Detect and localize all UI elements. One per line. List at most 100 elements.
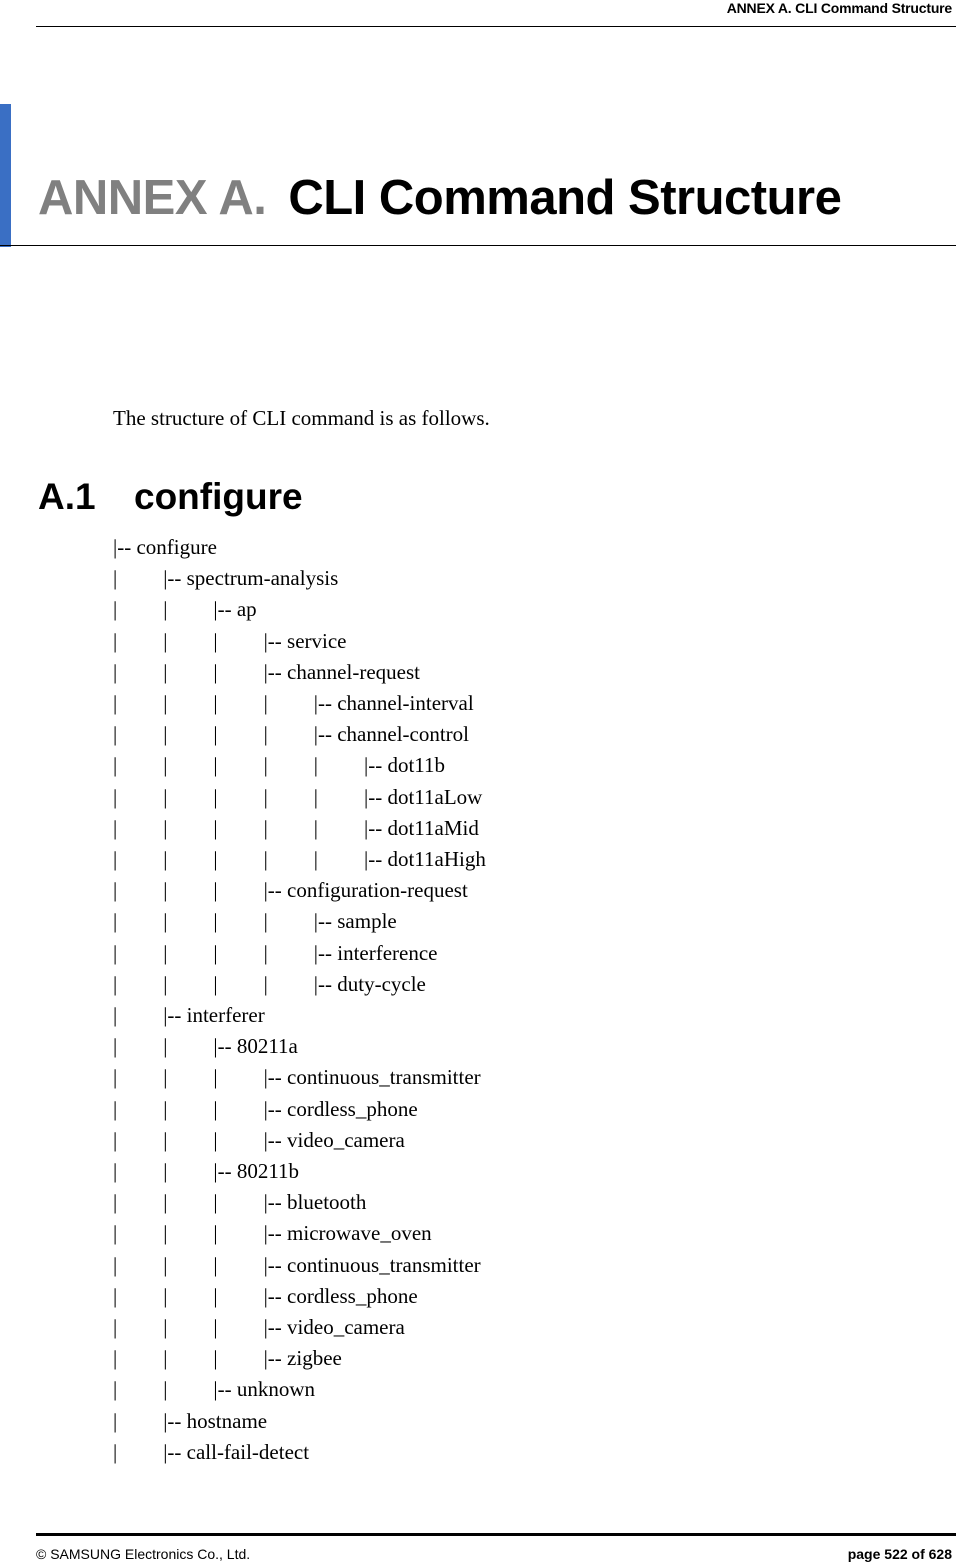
tree-connector: | <box>113 1065 118 1090</box>
tree-connector: | <box>263 691 268 715</box>
tree-connector: | <box>163 815 168 840</box>
tree-connector: | <box>163 847 168 871</box>
tree-node-label: |-- channel-interval <box>313 691 474 715</box>
footer-copyright: © SAMSUNG Electronics Co., Ltd. <box>36 1546 251 1562</box>
tree-node-label: |-- sample <box>313 909 397 934</box>
tree-node-label: |-- 80211b <box>213 1159 300 1183</box>
tree-line: | | | |-- continuous_transmitter <box>0 1253 700 1284</box>
tree-node-label: |-- dot11aMid <box>364 815 479 840</box>
tree-connector: | <box>113 909 118 934</box>
tree-connector: | <box>213 1096 218 1121</box>
tree-node-label: |-- channel-control <box>313 722 470 747</box>
tree-connector: | <box>113 971 118 996</box>
tree-connector: | <box>313 815 319 840</box>
header-rule <box>36 26 956 27</box>
tree-line: | | |-- 80211b <box>0 1159 700 1190</box>
tree-node-label: |-- video_camera <box>263 1315 405 1339</box>
section-heading: A.1 configure <box>38 476 303 518</box>
tree-line: | | | |-- service <box>0 629 700 660</box>
tree-connector: | <box>163 1127 168 1152</box>
tree-connector: | <box>213 909 218 934</box>
tree-connector: | <box>113 691 118 715</box>
tree-connector: | <box>213 940 218 965</box>
tree-connector: | <box>313 784 319 809</box>
section-title: configure <box>134 476 303 517</box>
tree-line: | | | | |-- interference <box>0 941 700 972</box>
tree-connector: | <box>163 753 168 778</box>
tree-node-label: |-- cordless_phone <box>263 1096 418 1121</box>
tree-line: | |-- spectrum-analysis <box>0 566 700 597</box>
tree-connector: | <box>113 1252 118 1277</box>
tree-connector: | <box>163 971 168 996</box>
tree-node-label: |-- cordless_phone <box>263 1283 418 1308</box>
tree-connector: | <box>313 753 319 778</box>
tree-connector: | <box>113 1034 118 1059</box>
tree-connector: | <box>163 1159 168 1183</box>
tree-line: | | | |-- microwave_oven <box>0 1221 700 1252</box>
chapter-accent-bar <box>0 104 11 247</box>
chapter-rule <box>0 245 956 246</box>
tree-connector: | <box>163 628 168 653</box>
tree-connector: | <box>113 1283 118 1308</box>
tree-connector: | <box>163 1346 168 1371</box>
tree-node-label: |-- service <box>263 628 347 653</box>
tree-line: | | | |-- configuration-request <box>0 878 700 909</box>
tree-connector: | <box>213 1190 218 1215</box>
tree-connector: | <box>263 815 268 840</box>
tree-connector: | <box>213 722 218 747</box>
tree-connector: | <box>213 784 218 809</box>
footer-rule <box>36 1533 956 1536</box>
tree-node-label: |-- call-fail-detect <box>163 1439 310 1464</box>
tree-connector: | <box>113 1315 118 1339</box>
tree-connector: | <box>213 878 218 903</box>
tree-line: | | | |-- video_camera <box>0 1315 700 1346</box>
tree-connector: | <box>113 659 118 684</box>
tree-connector: | <box>163 691 168 715</box>
tree-connector: | <box>113 847 118 871</box>
tree-connector: | <box>113 1221 118 1246</box>
tree-line: | | | | | |-- dot11aHigh <box>0 847 700 878</box>
tree-line: | | | | |-- duty-cycle <box>0 972 700 1003</box>
tree-connector: | <box>113 628 118 653</box>
tree-connector: | <box>213 1221 218 1246</box>
tree-line: |-- configure <box>0 535 700 566</box>
tree-connector: | <box>263 909 268 934</box>
tree-line: | |-- interferer <box>0 1003 700 1034</box>
tree-connector: | <box>113 1439 118 1464</box>
tree-line: | | | | | |-- dot11b <box>0 753 700 784</box>
tree-connector: | <box>213 1315 218 1339</box>
tree-line: | |-- call-fail-detect <box>0 1440 700 1471</box>
tree-node-label: |-- microwave_oven <box>263 1221 432 1246</box>
tree-line: | | | |-- video_camera <box>0 1128 700 1159</box>
tree-node-label: |-- spectrum-analysis <box>163 566 339 591</box>
tree-connector: | <box>163 722 168 747</box>
running-header: ANNEX A. CLI Command Structure <box>726 0 952 16</box>
tree-connector: | <box>213 1252 218 1277</box>
tree-node-label: |-- zigbee <box>263 1346 342 1371</box>
tree-node-label: |-- continuous_transmitter <box>263 1065 481 1090</box>
tree-connector: | <box>163 1315 168 1339</box>
tree-connector: | <box>113 1377 118 1402</box>
tree-connector: | <box>163 1190 168 1215</box>
tree-connector: | <box>113 753 118 778</box>
tree-line: | | |-- ap <box>0 597 700 628</box>
tree-connector: | <box>213 753 218 778</box>
tree-connector: | <box>113 815 118 840</box>
tree-connector: | <box>213 1065 218 1090</box>
tree-connector: | <box>113 784 118 809</box>
tree-connector: | <box>213 815 218 840</box>
tree-node-label: |-- dot11b <box>364 753 445 778</box>
intro-paragraph: The structure of CLI command is as follo… <box>113 406 490 430</box>
tree-node-label: |-- dot11aHigh <box>364 847 486 871</box>
tree-node-label: |-- ap <box>213 597 257 622</box>
tree-connector: | <box>113 1159 118 1183</box>
tree-line: | | | |-- cordless_phone <box>0 1097 700 1128</box>
tree-connector: | <box>263 971 268 996</box>
tree-connector: | <box>213 691 218 715</box>
tree-line: | | | |-- continuous_transmitter <box>0 1065 700 1096</box>
tree-connector: | <box>163 1065 168 1090</box>
tree-connector: | <box>113 1408 118 1433</box>
tree-line: | | | | | |-- dot11aMid <box>0 816 700 847</box>
tree-node-label: |-- continuous_transmitter <box>263 1252 481 1277</box>
tree-connector: | <box>113 1346 118 1371</box>
